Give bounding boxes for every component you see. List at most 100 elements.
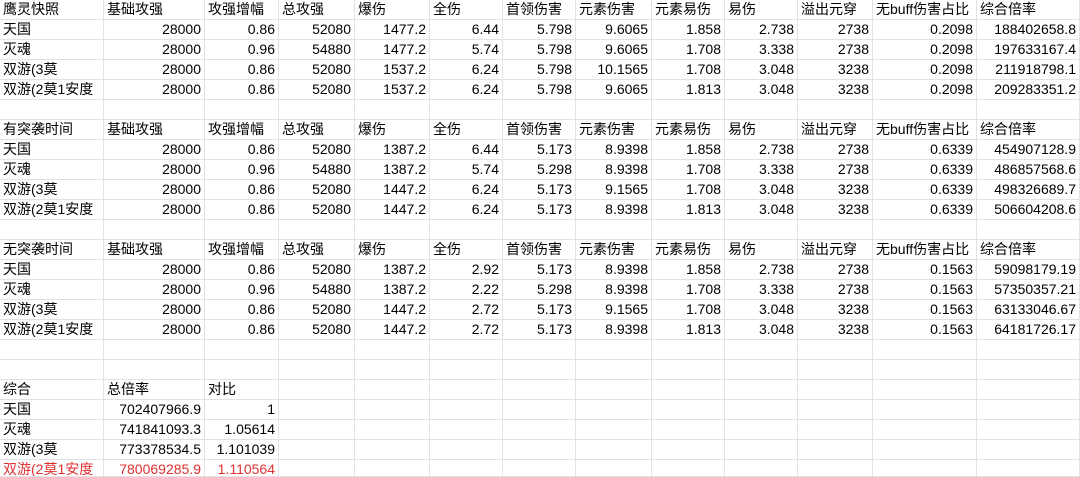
cell-r24-c8[interactable] bbox=[576, 460, 652, 477]
cell-r8-c11[interactable]: 2738 bbox=[798, 140, 873, 160]
cell-r4-c3[interactable]: 0.86 bbox=[205, 60, 279, 80]
cell-r14-c4[interactable]: 52080 bbox=[279, 260, 355, 280]
cell-r20-c13[interactable] bbox=[977, 380, 1080, 400]
cell-r8-c6[interactable]: 6.44 bbox=[430, 140, 503, 160]
cell-r14-c11[interactable]: 2738 bbox=[798, 260, 873, 280]
cell-r22-c9[interactable] bbox=[652, 420, 725, 440]
cell-r1-c9[interactable]: 元素易伤 bbox=[652, 0, 725, 20]
cell-r22-c6[interactable] bbox=[430, 420, 503, 440]
cell-r4-c13[interactable]: 211918798.1 bbox=[977, 60, 1080, 80]
cell-r2-c2[interactable]: 28000 bbox=[104, 20, 205, 40]
cell-r7-c9[interactable]: 元素易伤 bbox=[652, 120, 725, 140]
cell-r16-c12[interactable]: 0.1563 bbox=[873, 300, 977, 320]
cell-r22-c8[interactable] bbox=[576, 420, 652, 440]
cell-r7-c13[interactable]: 综合倍率 bbox=[977, 120, 1080, 140]
cell-r14-c13[interactable]: 59098179.19 bbox=[977, 260, 1080, 280]
cell-r7-c5[interactable]: 爆伤 bbox=[355, 120, 430, 140]
cell-r17-c12[interactable]: 0.1563 bbox=[873, 320, 977, 340]
cell-r23-c5[interactable] bbox=[355, 440, 430, 460]
cell-r11-c5[interactable]: 1447.2 bbox=[355, 200, 430, 220]
cell-r16-c1[interactable]: 双游(3莫 bbox=[0, 300, 104, 320]
cell-r24-c6[interactable] bbox=[430, 460, 503, 477]
cell-r10-c7[interactable]: 5.173 bbox=[503, 180, 576, 200]
cell-r9-c4[interactable]: 54880 bbox=[279, 160, 355, 180]
cell-r17-c4[interactable]: 52080 bbox=[279, 320, 355, 340]
cell-r1-c10[interactable]: 易伤 bbox=[725, 0, 798, 20]
cell-r19-c1[interactable] bbox=[0, 360, 104, 380]
cell-r5-c8[interactable]: 9.6065 bbox=[576, 80, 652, 100]
cell-r4-c9[interactable]: 1.708 bbox=[652, 60, 725, 80]
cell-r1-c8[interactable]: 元素伤害 bbox=[576, 0, 652, 20]
cell-r7-c4[interactable]: 总攻强 bbox=[279, 120, 355, 140]
cell-r15-c9[interactable]: 1.708 bbox=[652, 280, 725, 300]
cell-r18-c12[interactable] bbox=[873, 340, 977, 360]
cell-r10-c1[interactable]: 双游(3莫 bbox=[0, 180, 104, 200]
cell-r22-c2[interactable]: 741841093.3 bbox=[104, 420, 205, 440]
cell-r21-c10[interactable] bbox=[725, 400, 798, 420]
cell-r5-c5[interactable]: 1537.2 bbox=[355, 80, 430, 100]
cell-r11-c1[interactable]: 双游(2莫1安度 bbox=[0, 200, 104, 220]
cell-r21-c7[interactable] bbox=[503, 400, 576, 420]
cell-r9-c10[interactable]: 3.338 bbox=[725, 160, 798, 180]
cell-r21-c5[interactable] bbox=[355, 400, 430, 420]
cell-r14-c3[interactable]: 0.86 bbox=[205, 260, 279, 280]
cell-r15-c4[interactable]: 54880 bbox=[279, 280, 355, 300]
cell-r11-c11[interactable]: 3238 bbox=[798, 200, 873, 220]
cell-r15-c6[interactable]: 2.22 bbox=[430, 280, 503, 300]
cell-r3-c9[interactable]: 1.708 bbox=[652, 40, 725, 60]
cell-r16-c2[interactable]: 28000 bbox=[104, 300, 205, 320]
cell-r15-c1[interactable]: 灭魂 bbox=[0, 280, 104, 300]
cell-r1-c3[interactable]: 攻强增幅 bbox=[205, 0, 279, 20]
cell-r24-c3[interactable]: 1.110564 bbox=[205, 460, 279, 477]
cell-r16-c9[interactable]: 1.708 bbox=[652, 300, 725, 320]
cell-r21-c3[interactable]: 1 bbox=[205, 400, 279, 420]
cell-r13-c1[interactable]: 无突袭时间 bbox=[0, 240, 104, 260]
cell-r12-c5[interactable] bbox=[355, 220, 430, 240]
cell-r3-c10[interactable]: 3.338 bbox=[725, 40, 798, 60]
cell-r6-c7[interactable] bbox=[503, 100, 576, 120]
cell-r8-c9[interactable]: 1.858 bbox=[652, 140, 725, 160]
cell-r3-c6[interactable]: 5.74 bbox=[430, 40, 503, 60]
cell-r5-c12[interactable]: 0.2098 bbox=[873, 80, 977, 100]
cell-r4-c1[interactable]: 双游(3莫 bbox=[0, 60, 104, 80]
cell-r4-c4[interactable]: 52080 bbox=[279, 60, 355, 80]
cell-r8-c13[interactable]: 454907128.9 bbox=[977, 140, 1080, 160]
cell-r13-c13[interactable]: 综合倍率 bbox=[977, 240, 1080, 260]
cell-r7-c10[interactable]: 易伤 bbox=[725, 120, 798, 140]
cell-r20-c9[interactable] bbox=[652, 380, 725, 400]
cell-r14-c10[interactable]: 2.738 bbox=[725, 260, 798, 280]
cell-r7-c11[interactable]: 溢出元穿 bbox=[798, 120, 873, 140]
cell-r6-c1[interactable] bbox=[0, 100, 104, 120]
cell-r5-c1[interactable]: 双游(2莫1安度 bbox=[0, 80, 104, 100]
cell-r6-c11[interactable] bbox=[798, 100, 873, 120]
cell-r8-c8[interactable]: 8.9398 bbox=[576, 140, 652, 160]
cell-r19-c4[interactable] bbox=[279, 360, 355, 380]
cell-r24-c10[interactable] bbox=[725, 460, 798, 477]
cell-r23-c6[interactable] bbox=[430, 440, 503, 460]
cell-r11-c8[interactable]: 8.9398 bbox=[576, 200, 652, 220]
cell-r11-c12[interactable]: 0.6339 bbox=[873, 200, 977, 220]
cell-r19-c7[interactable] bbox=[503, 360, 576, 380]
cell-r12-c1[interactable] bbox=[0, 220, 104, 240]
cell-r23-c8[interactable] bbox=[576, 440, 652, 460]
cell-r5-c2[interactable]: 28000 bbox=[104, 80, 205, 100]
cell-r21-c6[interactable] bbox=[430, 400, 503, 420]
cell-r12-c12[interactable] bbox=[873, 220, 977, 240]
cell-r9-c11[interactable]: 2738 bbox=[798, 160, 873, 180]
cell-r16-c7[interactable]: 5.173 bbox=[503, 300, 576, 320]
cell-r18-c11[interactable] bbox=[798, 340, 873, 360]
cell-r1-c7[interactable]: 首领伤害 bbox=[503, 0, 576, 20]
cell-r24-c11[interactable] bbox=[798, 460, 873, 477]
cell-r7-c2[interactable]: 基础攻强 bbox=[104, 120, 205, 140]
cell-r6-c6[interactable] bbox=[430, 100, 503, 120]
cell-r23-c3[interactable]: 1.101039 bbox=[205, 440, 279, 460]
cell-r9-c1[interactable]: 灭魂 bbox=[0, 160, 104, 180]
cell-r24-c5[interactable] bbox=[355, 460, 430, 477]
cell-r6-c4[interactable] bbox=[279, 100, 355, 120]
cell-r4-c8[interactable]: 10.1565 bbox=[576, 60, 652, 80]
cell-r13-c8[interactable]: 元素伤害 bbox=[576, 240, 652, 260]
cell-r7-c1[interactable]: 有突袭时间 bbox=[0, 120, 104, 140]
cell-r15-c12[interactable]: 0.1563 bbox=[873, 280, 977, 300]
cell-r16-c10[interactable]: 3.048 bbox=[725, 300, 798, 320]
cell-r23-c10[interactable] bbox=[725, 440, 798, 460]
